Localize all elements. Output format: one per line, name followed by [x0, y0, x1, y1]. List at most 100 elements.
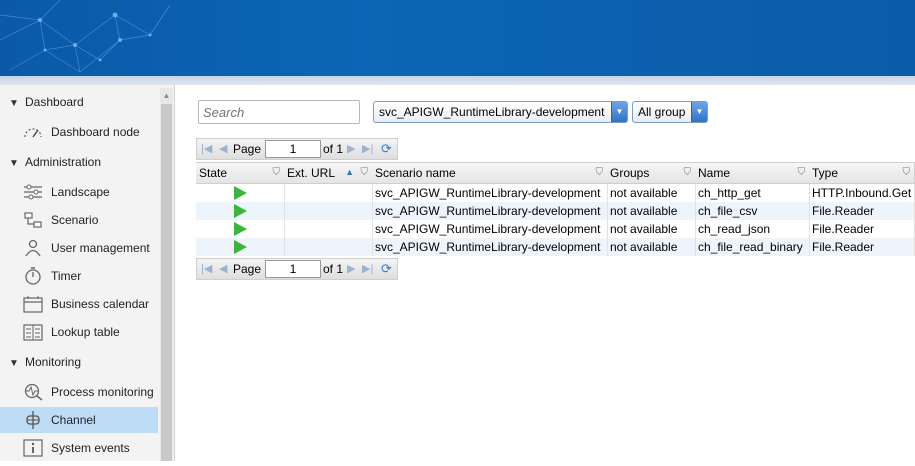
sidebar-item-label: Process monitoring	[51, 385, 154, 399]
pager-top: |◀ ◀ Page 1 of 1 ▶ ▶| ⟳	[196, 138, 398, 160]
page-label: Page	[233, 262, 262, 276]
prev-page-icon[interactable]: ◀	[219, 142, 227, 155]
refresh-icon[interactable]: ⟳	[381, 261, 392, 277]
column-header-state[interactable]: State ⛉	[196, 162, 285, 184]
section-dashboard[interactable]: ▼ Dashboard	[0, 91, 158, 113]
user-icon	[23, 239, 43, 257]
column-label: State	[199, 166, 228, 180]
groups-cell: not available	[607, 202, 696, 220]
collapse-triangle-icon: ▼	[9, 98, 19, 109]
sidebar-item-dashboard-node[interactable]: Dashboard node	[0, 119, 158, 145]
group-select[interactable]: All group ▼	[632, 101, 708, 123]
scrollbar-thumb[interactable]	[161, 104, 172, 461]
page-number-input[interactable]: 1	[265, 140, 321, 158]
type-cell: File.Reader	[809, 220, 915, 238]
column-header-ext-url[interactable]: Ext. URL ▲ ⛉	[284, 162, 373, 184]
column-label: Groups	[610, 166, 650, 180]
calendar-icon	[23, 295, 43, 313]
sidebar-item-label: Business calendar	[51, 297, 150, 311]
ext-url-cell	[284, 202, 373, 220]
landscape-sliders-icon	[23, 183, 43, 201]
process-monitoring-icon	[23, 383, 43, 401]
next-page-icon[interactable]: ▶	[347, 262, 355, 275]
name-cell: ch_file_read_binary	[695, 238, 810, 256]
first-page-icon[interactable]: |◀	[201, 142, 212, 155]
name-cell: ch_file_csv	[695, 202, 810, 220]
prev-page-icon[interactable]: ◀	[219, 262, 227, 275]
scroll-up-icon[interactable]: ▲	[161, 90, 172, 102]
ext-url-cell	[284, 184, 373, 202]
column-label: Type	[812, 166, 839, 180]
column-label: Ext. URL	[287, 166, 336, 180]
sidebar-item-label: Landscape	[51, 185, 110, 199]
table-row[interactable]: svc_APIGW_RuntimeLibrary-development not…	[196, 202, 915, 220]
filter-icon[interactable]: ⛉	[798, 163, 806, 183]
sidebar-item-label: Channel	[51, 413, 96, 427]
state-cell	[196, 238, 285, 256]
running-play-icon	[234, 222, 247, 236]
sidebar-item-business-calendar[interactable]: Business calendar	[0, 291, 158, 317]
chevron-down-icon[interactable]: ▼	[611, 102, 627, 122]
scenario-select-value: svc_APIGW_RuntimeLibrary-development	[379, 105, 605, 119]
sidebar-scrollbar[interactable]: ▲	[160, 88, 173, 461]
filter-icon[interactable]: ⛉	[596, 163, 604, 183]
channel-icon	[23, 411, 43, 429]
sidebar-item-label: Dashboard node	[51, 125, 140, 139]
lookup-table-icon	[23, 323, 43, 341]
section-administration[interactable]: ▼ Administration	[0, 151, 158, 173]
page-label: Page	[233, 142, 262, 156]
filter-icon[interactable]: ⛉	[903, 163, 911, 183]
sidebar-item-timer[interactable]: Timer	[0, 263, 158, 289]
scenario-cell: svc_APIGW_RuntimeLibrary-development	[372, 238, 608, 256]
groups-cell: not available	[607, 238, 696, 256]
column-header-type[interactable]: Type ⛉	[809, 162, 915, 184]
sidebar-item-landscape[interactable]: Landscape	[0, 179, 158, 205]
groups-cell: not available	[607, 220, 696, 238]
next-page-icon[interactable]: ▶	[347, 142, 355, 155]
refresh-icon[interactable]: ⟳	[381, 141, 392, 157]
running-play-icon	[234, 186, 247, 200]
chevron-down-icon[interactable]: ▼	[691, 102, 707, 122]
column-header-name[interactable]: Name ⛉	[695, 162, 810, 184]
sidebar-item-user-management[interactable]: User management	[0, 235, 158, 261]
timer-icon	[23, 267, 43, 285]
filter-icon[interactable]: ⛉	[273, 163, 281, 183]
table-row[interactable]: svc_APIGW_RuntimeLibrary-development not…	[196, 184, 915, 202]
info-icon	[23, 439, 43, 457]
section-label: Administration	[25, 155, 102, 169]
sidebar-item-label: Lookup table	[51, 325, 120, 339]
sidebar-item-process-monitoring[interactable]: Process monitoring	[0, 379, 158, 405]
sort-ascending-icon[interactable]: ▲	[345, 163, 354, 182]
sidebar-item-scenario[interactable]: Scenario	[0, 207, 158, 233]
scenario-flow-icon	[23, 211, 43, 229]
filter-icon[interactable]: ⛉	[361, 163, 369, 183]
section-label: Monitoring	[25, 355, 82, 369]
last-page-icon[interactable]: ▶|	[362, 262, 373, 275]
column-header-scenario-name[interactable]: Scenario name ⛉	[372, 162, 608, 184]
sidebar-item-system-events[interactable]: System events	[0, 435, 158, 461]
column-label: Scenario name	[375, 166, 456, 180]
page-number-input[interactable]: 1	[265, 260, 321, 278]
sidebar-item-lookup-table[interactable]: Lookup table	[0, 319, 158, 345]
ext-url-cell	[284, 238, 373, 256]
running-play-icon	[234, 204, 247, 218]
table-row[interactable]: svc_APIGW_RuntimeLibrary-development not…	[196, 220, 915, 238]
sidebar-item-label: Timer	[51, 269, 82, 283]
last-page-icon[interactable]: ▶|	[362, 142, 373, 155]
sidebar-item-channel[interactable]: Channel	[0, 407, 158, 433]
first-page-icon[interactable]: |◀	[201, 262, 212, 275]
table-row[interactable]: svc_APIGW_RuntimeLibrary-development not…	[196, 238, 915, 256]
type-cell: File.Reader	[809, 202, 915, 220]
filter-icon[interactable]: ⛉	[684, 163, 692, 183]
header-banner	[0, 0, 915, 76]
search-input[interactable]	[198, 100, 360, 124]
scenario-select[interactable]: svc_APIGW_RuntimeLibrary-development ▼	[373, 101, 628, 123]
section-label: Dashboard	[25, 95, 84, 109]
type-cell: File.Reader	[809, 238, 915, 256]
state-cell	[196, 220, 285, 238]
dashboard-gauge-icon	[23, 123, 43, 141]
column-header-groups[interactable]: Groups ⛉	[607, 162, 696, 184]
state-cell	[196, 184, 285, 202]
sidebar-item-label: User management	[51, 241, 150, 255]
section-monitoring[interactable]: ▼ Monitoring	[0, 351, 158, 373]
